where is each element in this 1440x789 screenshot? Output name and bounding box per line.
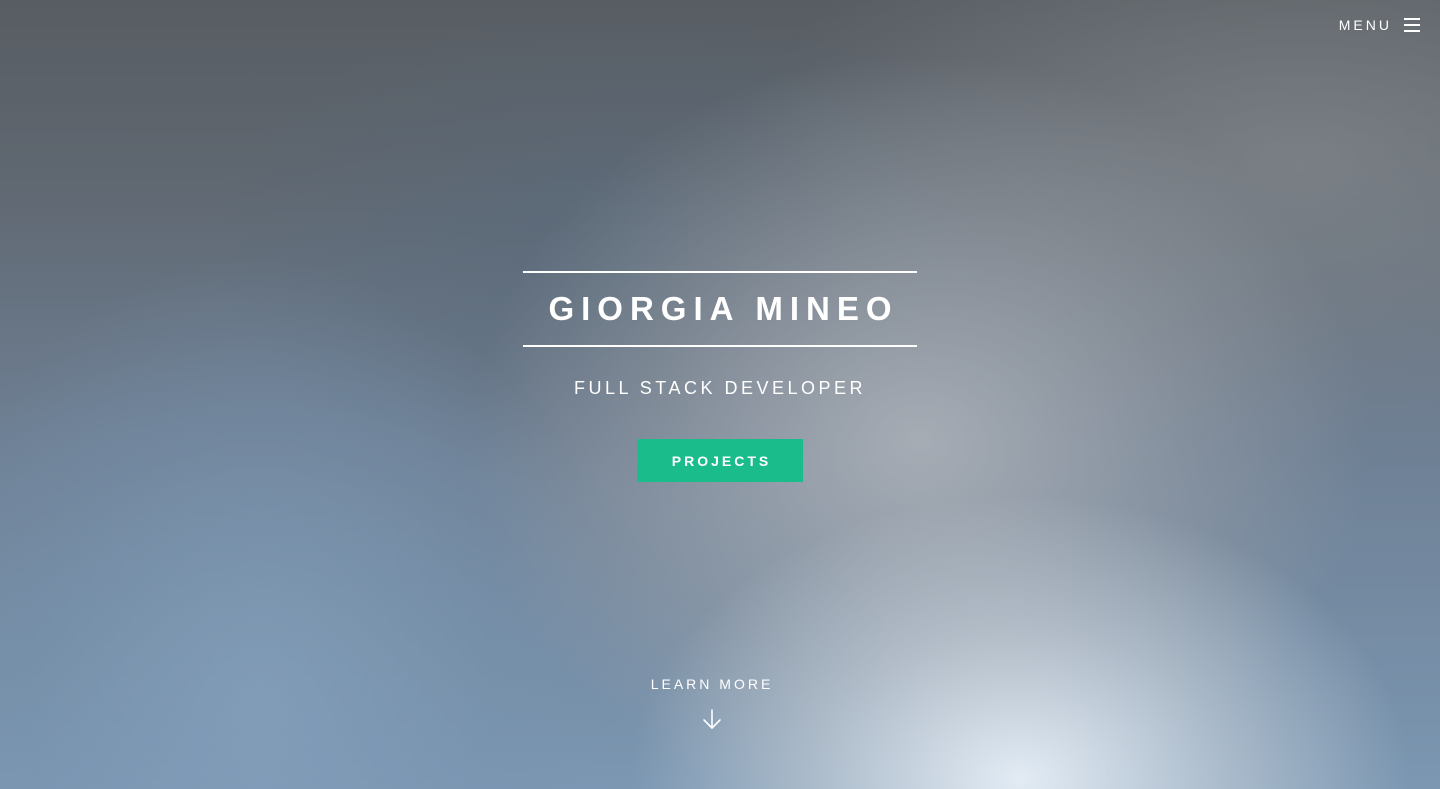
learn-more-link[interactable]: LEARN MORE xyxy=(612,676,812,730)
learn-more-label: LEARN MORE xyxy=(650,676,774,692)
hero-subtitle: FULL STACK DEVELOPER xyxy=(573,378,867,398)
title-frame: GIORGIA MINEO xyxy=(523,271,917,347)
hamburger-icon[interactable] xyxy=(1404,18,1420,32)
arrow-down-icon[interactable] xyxy=(701,708,723,730)
projects-button[interactable]: PROJECTS xyxy=(637,439,803,482)
menu-button[interactable]: MENU xyxy=(1339,17,1420,33)
hero-title: GIORGIA MINEO xyxy=(548,290,899,327)
menu-label: MENU xyxy=(1338,17,1392,33)
